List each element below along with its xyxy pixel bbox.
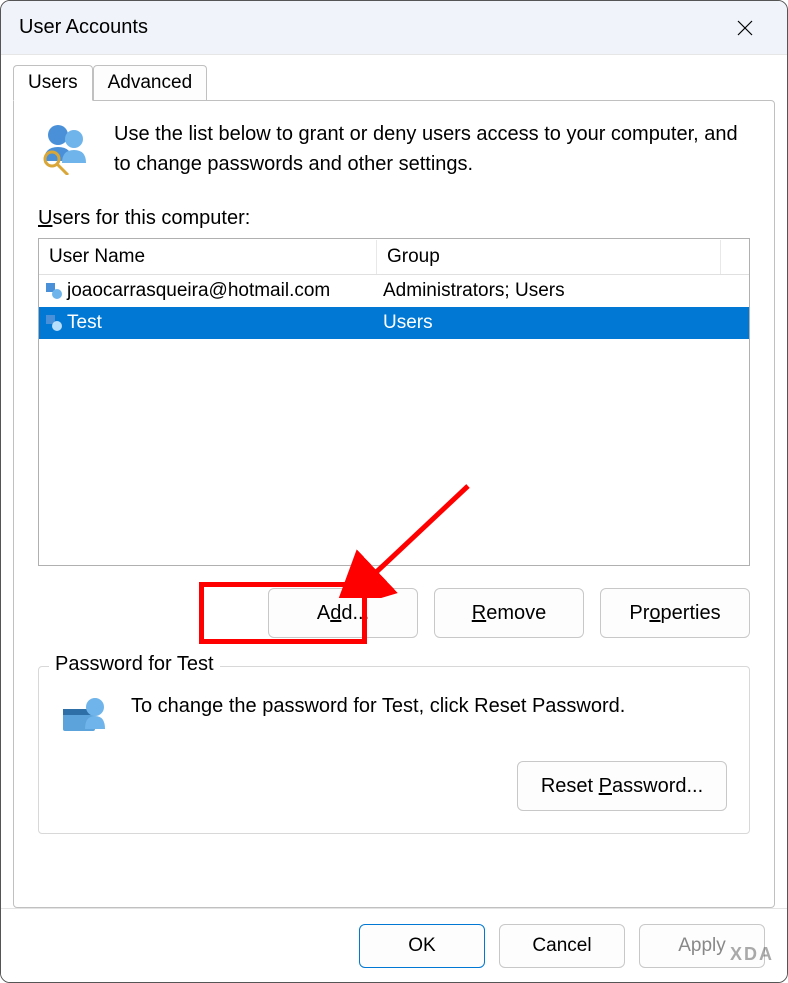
cell-group: Users	[377, 310, 749, 336]
tab-users[interactable]: Users	[13, 65, 93, 101]
user-buttons-row: Add... Remove Properties	[38, 588, 750, 638]
cancel-button[interactable]: Cancel	[499, 924, 625, 968]
password-group-label: Password for Test	[49, 653, 220, 676]
intro-row: Use the list below to grant or deny user…	[38, 119, 750, 179]
password-button-row: Reset Password...	[61, 761, 727, 811]
users-table[interactable]: User Name Group joaocarrasqueira@hotmail…	[38, 238, 750, 566]
cell-username: Test	[39, 310, 377, 336]
column-header-username[interactable]: User Name	[39, 240, 377, 274]
apply-button[interactable]: Apply	[639, 924, 765, 968]
add-button[interactable]: Add...	[268, 588, 418, 638]
dialog-footer: OK Cancel Apply	[1, 908, 787, 982]
users-keys-icon	[38, 119, 94, 175]
tab-content-users: Use the list below to grant or deny user…	[13, 100, 775, 908]
user-password-icon	[61, 691, 107, 737]
password-row: To change the password for Test, click R…	[61, 687, 727, 737]
ok-button[interactable]: OK	[359, 924, 485, 968]
column-header-spacer	[721, 251, 749, 263]
table-header: User Name Group	[39, 239, 749, 275]
user-icon	[45, 314, 63, 332]
user-accounts-dialog: User Accounts Users Advanced	[0, 0, 788, 983]
users-list-label: Users for this computer:	[38, 207, 750, 230]
table-row[interactable]: Test Users	[39, 307, 749, 339]
tab-area: Users Advanced Use the list below to gra…	[1, 55, 787, 908]
reset-password-button[interactable]: Reset Password...	[517, 761, 727, 811]
cell-group: Administrators; Users	[377, 278, 749, 304]
properties-button[interactable]: Properties	[600, 588, 750, 638]
password-groupbox: Password for Test To change the password…	[38, 666, 750, 834]
user-icon	[45, 282, 63, 300]
table-body: joaocarrasqueira@hotmail.com Administrat…	[39, 275, 749, 339]
tab-row: Users Advanced	[13, 65, 775, 100]
tab-advanced[interactable]: Advanced	[93, 65, 208, 100]
remove-button[interactable]: Remove	[434, 588, 584, 638]
table-row[interactable]: joaocarrasqueira@hotmail.com Administrat…	[39, 275, 749, 307]
password-text: To change the password for Test, click R…	[131, 687, 625, 718]
window-title: User Accounts	[19, 16, 148, 39]
intro-text: Use the list below to grant or deny user…	[114, 119, 750, 179]
titlebar: User Accounts	[1, 1, 787, 55]
column-header-group[interactable]: Group	[377, 240, 721, 274]
close-button[interactable]	[721, 8, 769, 48]
close-icon	[737, 20, 753, 36]
cell-username: joaocarrasqueira@hotmail.com	[39, 278, 377, 304]
